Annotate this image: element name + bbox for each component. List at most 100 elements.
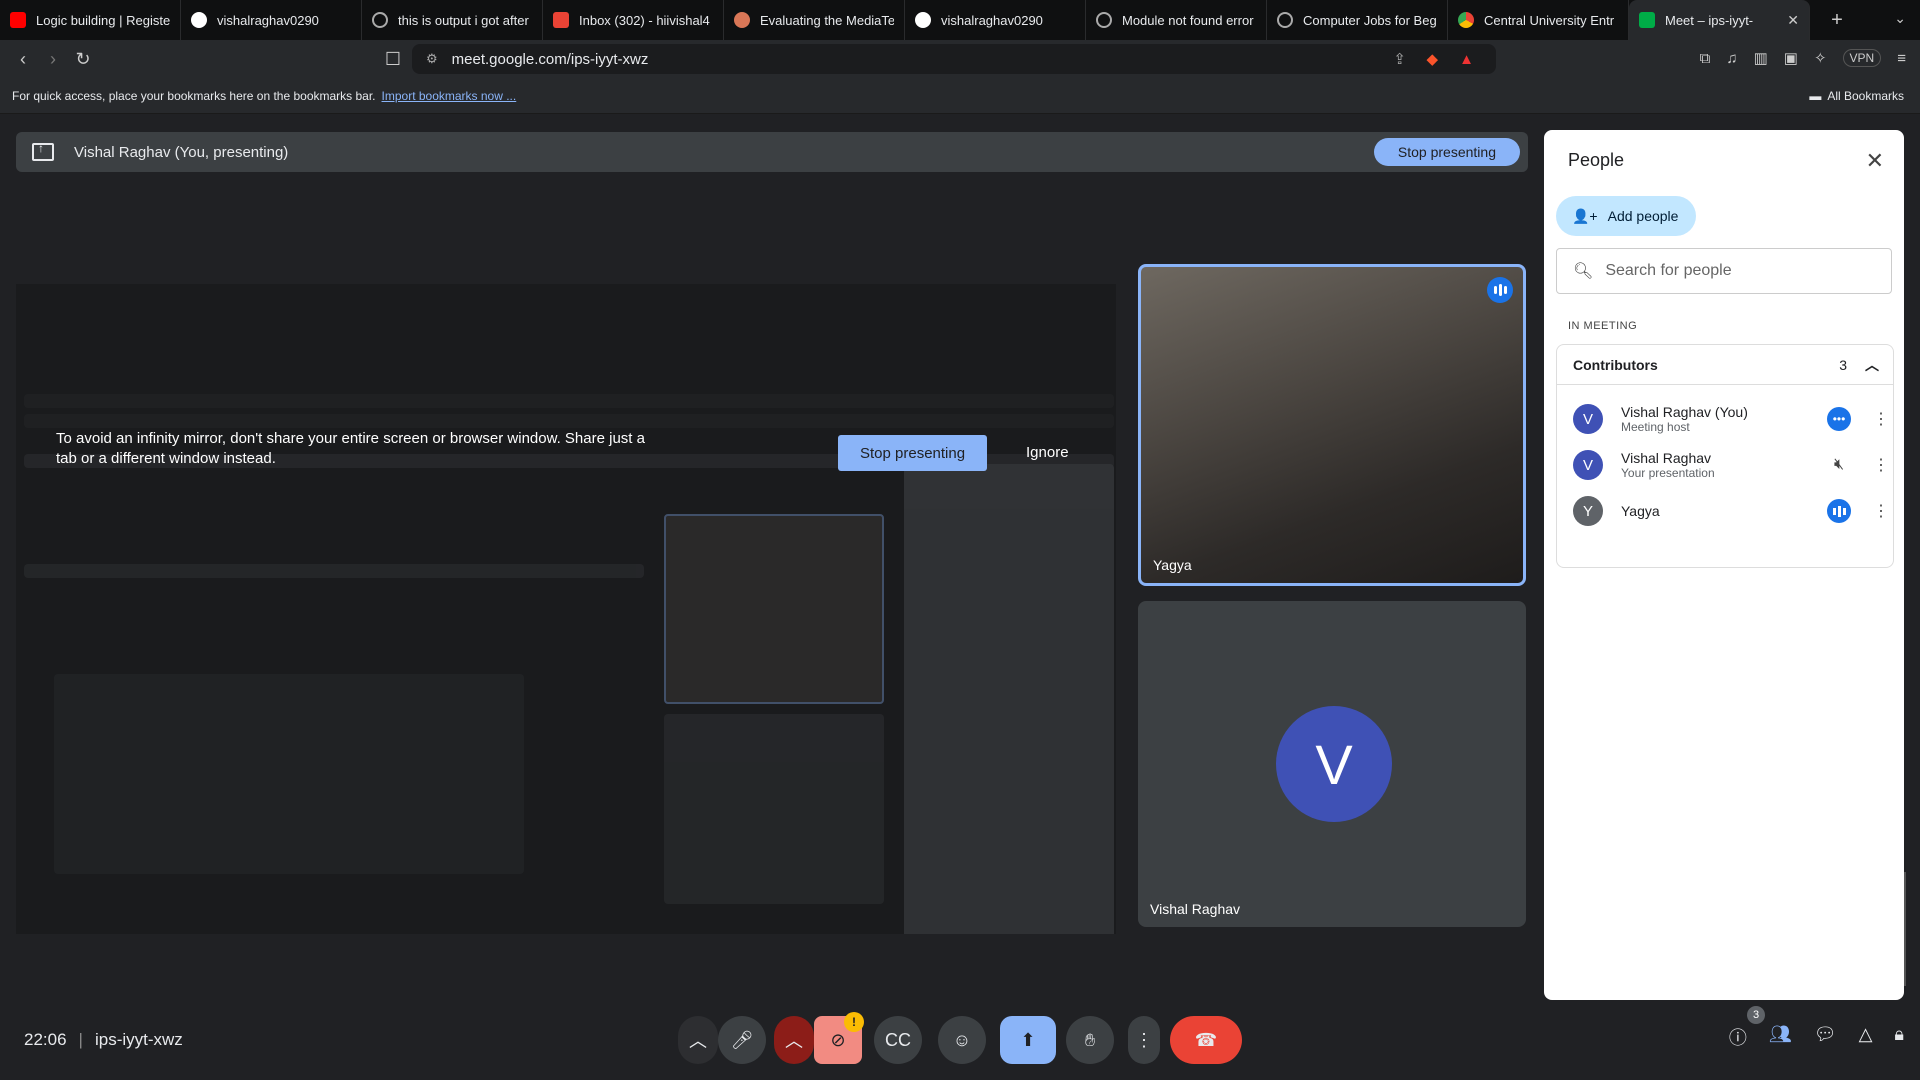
close-icon[interactable]: ✕ — [1866, 148, 1884, 174]
microphone-icon: 🎤︎ — [730, 1029, 754, 1050]
warning-ignore-button[interactable]: Ignore — [1026, 444, 1069, 461]
people-panel: People ✕ 👤+ Add people 🔍︎ Search for peo… — [1544, 130, 1904, 1000]
github-icon — [191, 12, 207, 28]
reactions-button[interactable]: ☺ — [938, 1016, 986, 1064]
search-icon: 🔍︎ — [1573, 263, 1594, 280]
vpn-button[interactable]: VPN — [1842, 49, 1882, 67]
leave-call-button[interactable]: ☎ — [1170, 1016, 1242, 1064]
import-bookmarks-link[interactable]: Import bookmarks now ... — [382, 89, 517, 103]
present-screen-icon: ⬆ — [1020, 1029, 1036, 1050]
all-bookmarks-button[interactable]: ▬ All Bookmarks — [1809, 89, 1904, 103]
meeting-clock: 22:06 | ips-iyyt-xwz — [24, 1030, 183, 1049]
browser-tab[interactable]: Logic building | Registe — [0, 0, 181, 40]
bookmark-icon[interactable]: ☐ — [378, 49, 408, 70]
present-screen-icon — [32, 141, 54, 161]
participant-tile-vishal[interactable]: V Vishal Raghav — [1138, 601, 1526, 927]
browser-tab[interactable]: this is output i got after — [362, 0, 543, 40]
chevron-up-icon[interactable]: ︿ — [774, 1016, 814, 1064]
contributors-count: 3 — [1839, 356, 1847, 373]
activities-icon[interactable]: △ — [1859, 1024, 1873, 1050]
menu-icon[interactable]: ≡ — [1897, 50, 1906, 67]
more-options-button[interactable]: ⋮ — [1128, 1016, 1160, 1064]
presenting-label: Vishal Raghav (You, presenting) — [74, 143, 289, 161]
browser-tab[interactable]: Inbox (302) - hiivishal4 — [543, 0, 724, 40]
present-button[interactable]: ⬆ — [1000, 1016, 1056, 1064]
list-item: V Vishal Raghav (You) Meeting host ••• ⋮ — [1573, 397, 1889, 441]
chatgpt-icon — [372, 12, 388, 28]
host-controls-icon[interactable]: 🔒︎ — [1894, 1024, 1904, 1050]
share-icon[interactable]: ⇪ — [1393, 50, 1406, 68]
hand-icon: ✋︎ — [1084, 1029, 1096, 1050]
music-icon[interactable]: ♫ — [1726, 50, 1737, 67]
chevron-up-icon[interactable]: ︿ — [1865, 355, 1879, 375]
search-placeholder: Search for people — [1605, 262, 1732, 279]
meeting-code: ips-iyyt-xwz — [94, 1030, 183, 1049]
speaking-indicator-icon — [1487, 277, 1513, 303]
meet-icon — [1639, 12, 1655, 28]
browser-tab[interactable]: Computer Jobs for Beg — [1267, 0, 1448, 40]
avatar: V — [1573, 450, 1603, 480]
hang-up-icon: ☎ — [1194, 1029, 1218, 1050]
warning-stop-presenting-button[interactable]: Stop presenting — [838, 435, 988, 471]
participant-tile-yagya[interactable]: Yagya — [1138, 264, 1526, 586]
infinity-mirror-preview — [24, 394, 1116, 934]
browser-tab[interactable]: Central University Entr — [1448, 0, 1629, 40]
site-info-icon[interactable]: ⚙ — [426, 51, 438, 67]
kebab-menu-icon[interactable]: ⋮ — [1873, 501, 1889, 521]
chevron-down-icon[interactable]: ⌄ — [1894, 10, 1906, 27]
leo-ai-icon[interactable]: ✧ — [1814, 49, 1827, 67]
emoji-icon: ☺ — [952, 1029, 972, 1050]
reload-icon[interactable]: ↻ — [68, 49, 98, 70]
url-text: meet.google.com/ips-iyyt-xwz — [451, 50, 649, 68]
people-icon[interactable]: 👥︎ — [1769, 1024, 1792, 1050]
more-options-icon[interactable]: ••• — [1827, 407, 1851, 431]
participant-name: Vishal Raghav — [1150, 901, 1241, 917]
avatar: V — [1276, 706, 1392, 822]
sidebar-icon[interactable]: ▥ — [1754, 49, 1768, 67]
avatar: V — [1573, 404, 1603, 434]
in-meeting-heading: IN MEETING — [1568, 320, 1638, 332]
bookmark-hint: For quick access, place your bookmarks h… — [12, 88, 376, 103]
browser-tab[interactable]: Module not found error — [1086, 0, 1267, 40]
wallet-icon[interactable]: ▣ — [1784, 49, 1798, 67]
raise-hand-button[interactable]: ✋︎ — [1066, 1016, 1114, 1064]
person-add-icon: 👤+ — [1572, 207, 1598, 224]
chevron-up-icon[interactable]: ︿ — [678, 1016, 718, 1064]
meet-stage: Vishal Raghav (You, presenting) Stop pre… — [0, 114, 1920, 1080]
list-item: V Vishal Raghav Your presentation 🔇︎ ⋮ — [1573, 443, 1889, 487]
contributors-section: Contributors 3 ︿ V Vishal Raghav (You) Me… — [1556, 344, 1894, 568]
address-bar[interactable]: ⚙ meet.google.com/ips-iyyt-xwz ⇪ ◆ ▲ — [412, 44, 1496, 74]
new-tab-button[interactable]: + — [1822, 9, 1852, 32]
avatar: Y — [1573, 496, 1603, 526]
kebab-menu-icon: ⋮ — [1135, 1029, 1153, 1050]
list-item: Y Yagya ⋮ — [1573, 489, 1889, 533]
people-search-input[interactable]: 🔍︎ Search for people — [1556, 248, 1892, 294]
add-people-button[interactable]: 👤+ Add people — [1556, 196, 1697, 236]
captions-button[interactable]: CC — [874, 1016, 922, 1064]
contributors-header[interactable]: Contributors 3 ︿ — [1557, 345, 1893, 385]
kebab-menu-icon[interactable]: ⋮ — [1873, 455, 1889, 475]
browser-toolbar: ‹ › ↻ ☐ ⚙ meet.google.com/ips-iyyt-xwz ⇪… — [0, 40, 1920, 78]
microphone-button[interactable]: 🎤︎ — [718, 1016, 766, 1064]
chat-icon[interactable]: 💬︎ — [1814, 1024, 1837, 1050]
folder-icon: ▬ — [1809, 88, 1822, 103]
warning-badge-icon: ! — [844, 1012, 864, 1032]
tab-strip: Logic building | Registe vishalraghav029… — [0, 0, 1920, 40]
camera-off-icon: ⊘ — [830, 1029, 846, 1050]
browser-tab[interactable]: vishalraghav0290 — [181, 0, 362, 40]
back-icon[interactable]: ‹ — [8, 49, 38, 70]
brave-rewards-icon[interactable]: ▲ — [1459, 51, 1474, 68]
infinity-mirror-warning: To avoid an infinity mirror, don't share… — [56, 430, 645, 467]
brave-shield-icon[interactable]: ◆ — [1426, 50, 1438, 68]
stop-presenting-button[interactable]: Stop presenting — [1373, 138, 1520, 166]
extensions-icon[interactable]: ⧉ — [1700, 50, 1711, 67]
close-tab-icon[interactable]: ✕ — [1787, 12, 1799, 29]
info-icon[interactable]: ⓘ — [1729, 1024, 1747, 1050]
forward-icon[interactable]: › — [38, 49, 68, 70]
browser-tab-active[interactable]: Meet – ips-iyyt- ✕ — [1629, 0, 1810, 40]
people-count-badge: 3 — [1747, 1006, 1765, 1024]
side-controls: ⓘ 👥︎ 💬︎ △ 🔒︎ — [1729, 1024, 1904, 1050]
browser-tab[interactable]: vishalraghav0290 — [905, 0, 1086, 40]
kebab-menu-icon[interactable]: ⋮ — [1873, 409, 1889, 429]
browser-tab[interactable]: Evaluating the MediaTe — [724, 0, 905, 40]
